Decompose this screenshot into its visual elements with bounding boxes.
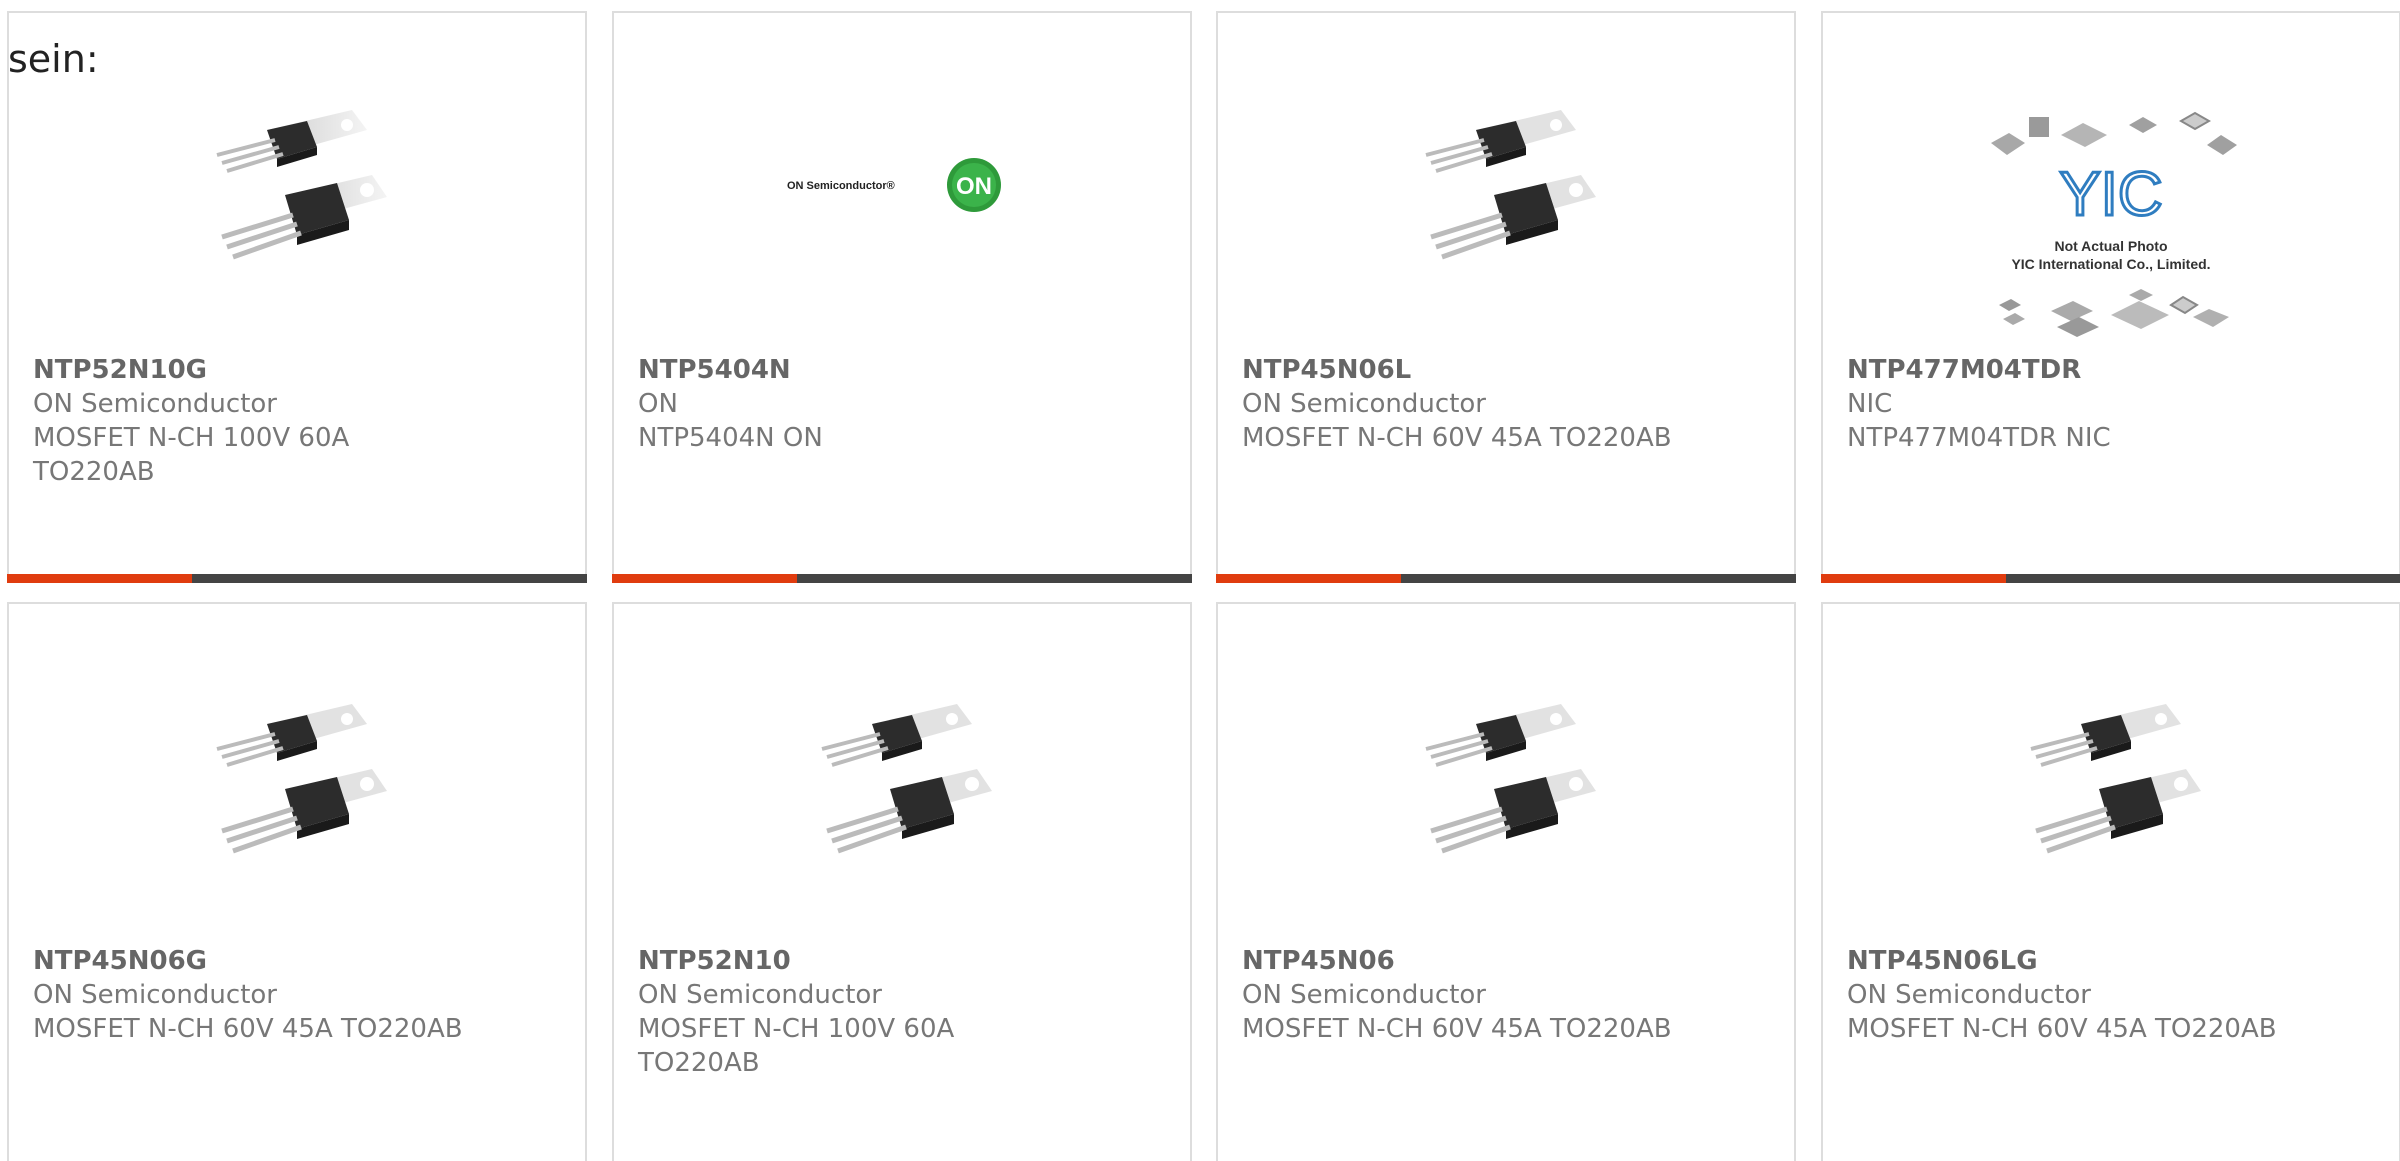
to220-transistor-icon	[802, 679, 1002, 879]
product-info: NTP5404N ON NTP5404N ON	[638, 353, 1166, 455]
card-accent	[1821, 574, 2006, 583]
product-card[interactable]: ON Semiconductor® ON NTP5404N ON NTP5404…	[612, 11, 1192, 583]
manufacturer: ON Semiconductor	[638, 980, 882, 1010]
manufacturer: ON Semiconductor	[1847, 980, 2091, 1010]
product-info: NTP45N06G ON Semiconductor MOSFET N-CH 6…	[33, 944, 561, 1046]
part-number[interactable]: NTP52N10G	[33, 353, 561, 387]
on-semiconductor-logo: ON Semiconductor® ON	[782, 85, 1022, 285]
card-footer-bar	[612, 574, 1192, 583]
product-info: NTP477M04TDR NIC NTP477M04TDR NIC	[1847, 353, 2375, 455]
description: MOSFET N-CH 100V 60A TO220AB	[638, 1014, 955, 1078]
description: MOSFET N-CH 60V 45A TO220AB	[1242, 1014, 1672, 1044]
description: MOSFET N-CH 60V 45A TO220AB	[1242, 423, 1672, 453]
product-info: NTP52N10 ON Semiconductor MOSFET N-CH 10…	[638, 944, 1166, 1080]
card-footer-bar	[7, 574, 587, 583]
on-logo-wordmark: ON Semiconductor®	[787, 180, 895, 192]
product-grid-page: sein: NTP52N10G ON Semiconductor MOSFET …	[0, 0, 2400, 1161]
manufacturer: ON Semiconductor	[1242, 980, 1486, 1010]
to220-transistor-icon	[1406, 85, 1606, 285]
description: MOSFET N-CH 100V 60A TO220AB	[33, 423, 350, 487]
to220-transistor-icon	[2011, 679, 2211, 879]
description: NTP477M04TDR NIC	[1847, 423, 2111, 453]
card-footer-bar	[1216, 574, 1796, 583]
part-number[interactable]: NTP477M04TDR	[1847, 353, 2375, 387]
description: NTP5404N ON	[638, 423, 823, 453]
product-card[interactable]: NTP52N10G ON Semiconductor MOSFET N-CH 1…	[7, 11, 587, 583]
product-info: NTP45N06 ON Semiconductor MOSFET N-CH 60…	[1242, 944, 1770, 1046]
manufacturer: ON Semiconductor	[33, 389, 277, 419]
page-text-fragment: sein:	[8, 37, 99, 81]
product-card[interactable]: NTP45N06L ON Semiconductor MOSFET N-CH 6…	[1216, 11, 1796, 583]
card-footer-bar	[1821, 574, 2400, 583]
description: MOSFET N-CH 60V 45A TO220AB	[1847, 1014, 2277, 1044]
manufacturer: ON Semiconductor	[33, 980, 277, 1010]
product-card[interactable]: NTP52N10 ON Semiconductor MOSFET N-CH 10…	[612, 602, 1192, 1161]
part-number[interactable]: NTP52N10	[638, 944, 1166, 978]
yic-logo-mark: YIC	[2059, 160, 2162, 229]
yic-placeholder-image: YIC Not Actual Photo YIC International C…	[1981, 105, 2241, 345]
yic-caption-line1: Not Actual Photo	[2054, 238, 2167, 254]
product-info: NTP52N10G ON Semiconductor MOSFET N-CH 1…	[33, 353, 561, 489]
part-number[interactable]: NTP45N06G	[33, 944, 561, 978]
manufacturer: ON	[638, 389, 678, 419]
product-grid: NTP52N10G ON Semiconductor MOSFET N-CH 1…	[0, 0, 2400, 1161]
to220-transistor-icon	[1406, 679, 1606, 879]
description: MOSFET N-CH 60V 45A TO220AB	[33, 1014, 463, 1044]
part-number[interactable]: NTP5404N	[638, 353, 1166, 387]
product-card[interactable]: NTP45N06LG ON Semiconductor MOSFET N-CH …	[1821, 602, 2400, 1161]
part-number[interactable]: NTP45N06LG	[1847, 944, 2375, 978]
product-card[interactable]: YIC Not Actual Photo YIC International C…	[1821, 11, 2400, 583]
part-number[interactable]: NTP45N06	[1242, 944, 1770, 978]
card-accent	[612, 574, 797, 583]
product-card[interactable]: NTP45N06G ON Semiconductor MOSFET N-CH 6…	[7, 602, 587, 1161]
product-info: NTP45N06L ON Semiconductor MOSFET N-CH 6…	[1242, 353, 1770, 455]
manufacturer: NIC	[1847, 389, 1893, 419]
on-logo-badge: ON	[956, 173, 992, 200]
product-info: NTP45N06LG ON Semiconductor MOSFET N-CH …	[1847, 944, 2375, 1046]
part-number[interactable]: NTP45N06L	[1242, 353, 1770, 387]
yic-caption-line2: YIC International Co., Limited.	[2011, 256, 2210, 272]
product-card[interactable]: NTP45N06 ON Semiconductor MOSFET N-CH 60…	[1216, 602, 1796, 1161]
to220-transistor-icon	[197, 85, 397, 285]
manufacturer: ON Semiconductor	[1242, 389, 1486, 419]
card-accent	[7, 574, 192, 583]
card-accent	[1216, 574, 1401, 583]
to220-transistor-icon	[197, 679, 397, 879]
